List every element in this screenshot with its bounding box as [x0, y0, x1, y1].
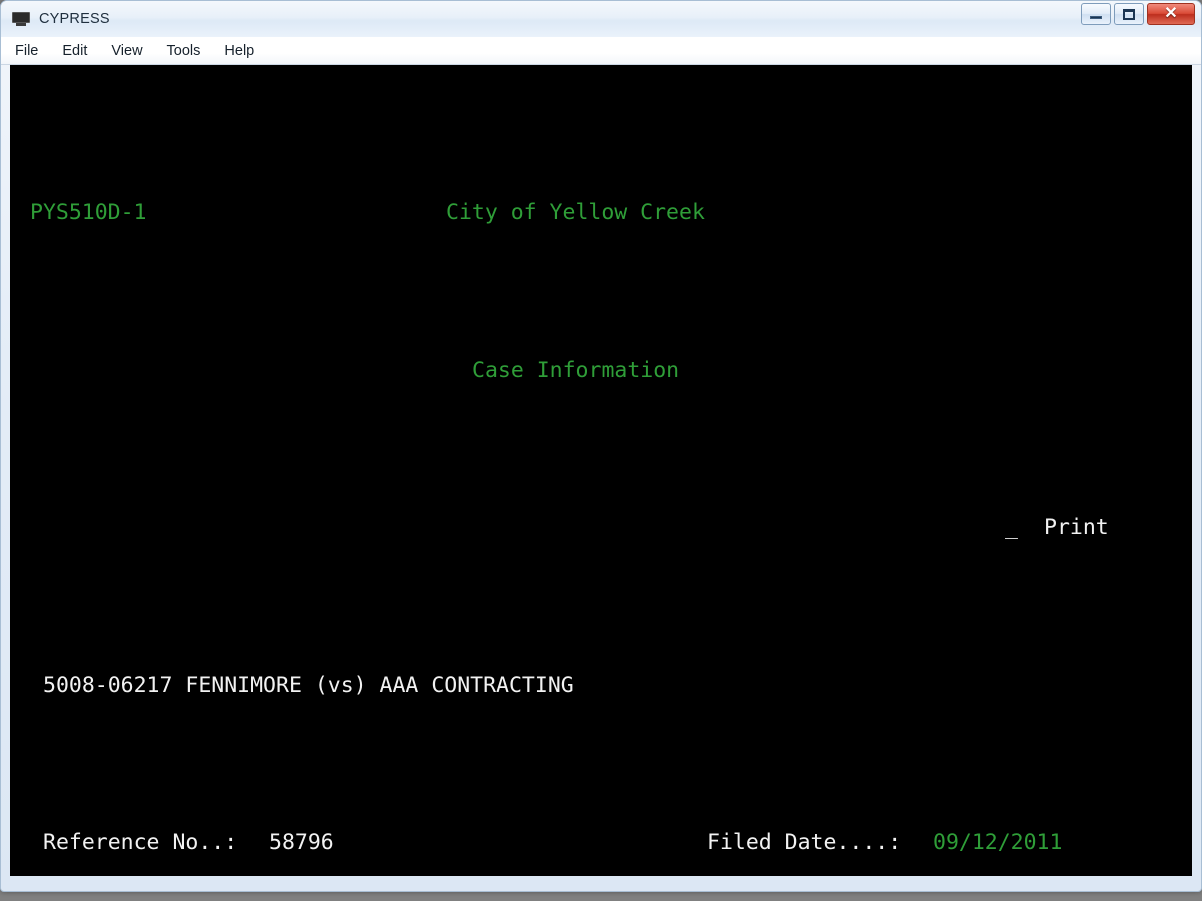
close-icon: ✕ [1164, 5, 1178, 22]
maximize-button[interactable] [1114, 3, 1144, 25]
menu-item-tools[interactable]: Tools [167, 43, 201, 59]
row-program-title: PYS510D-1 City of Yellow Creek [10, 197, 1192, 229]
row-print-option: _ Print [10, 512, 1192, 544]
window-title: CYPRESS [39, 11, 110, 27]
value-filed-date[interactable]: 09/12/2011 [933, 827, 1062, 859]
app-title-line1: City of Yellow Creek [446, 200, 705, 225]
row-case-header: 5008-06217 FENNIMORE (vs) AAA CONTRACTIN… [10, 670, 1192, 702]
app-title-line2: Case Information [472, 357, 680, 383]
row-subtitle: Case Information [10, 355, 1192, 387]
application-window: CYPRESS ✕ File Edit View Tools Help PYS5… [0, 0, 1202, 892]
close-button[interactable]: ✕ [1147, 3, 1195, 25]
monitor-icon [12, 12, 30, 26]
title-bar[interactable]: CYPRESS ✕ [1, 1, 1201, 37]
minimize-icon [1090, 16, 1102, 19]
menu-item-edit[interactable]: Edit [62, 43, 87, 59]
terminal-text-grid: PYS510D-1 City of Yellow Creek Case Info… [10, 65, 1192, 876]
menu-item-view[interactable]: View [111, 43, 142, 59]
menu-item-file[interactable]: File [15, 43, 38, 59]
menu-bar: File Edit View Tools Help [1, 37, 1201, 65]
label-reference-no: Reference No..: [43, 830, 238, 855]
program-id: PYS510D-1 [30, 200, 147, 225]
minimize-button[interactable] [1081, 3, 1111, 25]
menu-item-help[interactable]: Help [224, 43, 254, 59]
label-filed-date: Filed Date....: [707, 830, 902, 855]
case-header: 5008-06217 FENNIMORE (vs) AAA CONTRACTIN… [43, 672, 574, 698]
value-reference-no[interactable]: 58796 [269, 827, 334, 859]
maximize-icon [1123, 8, 1135, 20]
print-input-field[interactable]: _ [1005, 512, 1018, 544]
print-label: Print [1044, 515, 1109, 540]
row-field-1: Reference No..: 58796 Filed Date....: 09… [10, 827, 1192, 859]
terminal-screen[interactable]: PYS510D-1 City of Yellow Creek Case Info… [10, 65, 1192, 876]
window-controls: ✕ [1078, 3, 1195, 25]
